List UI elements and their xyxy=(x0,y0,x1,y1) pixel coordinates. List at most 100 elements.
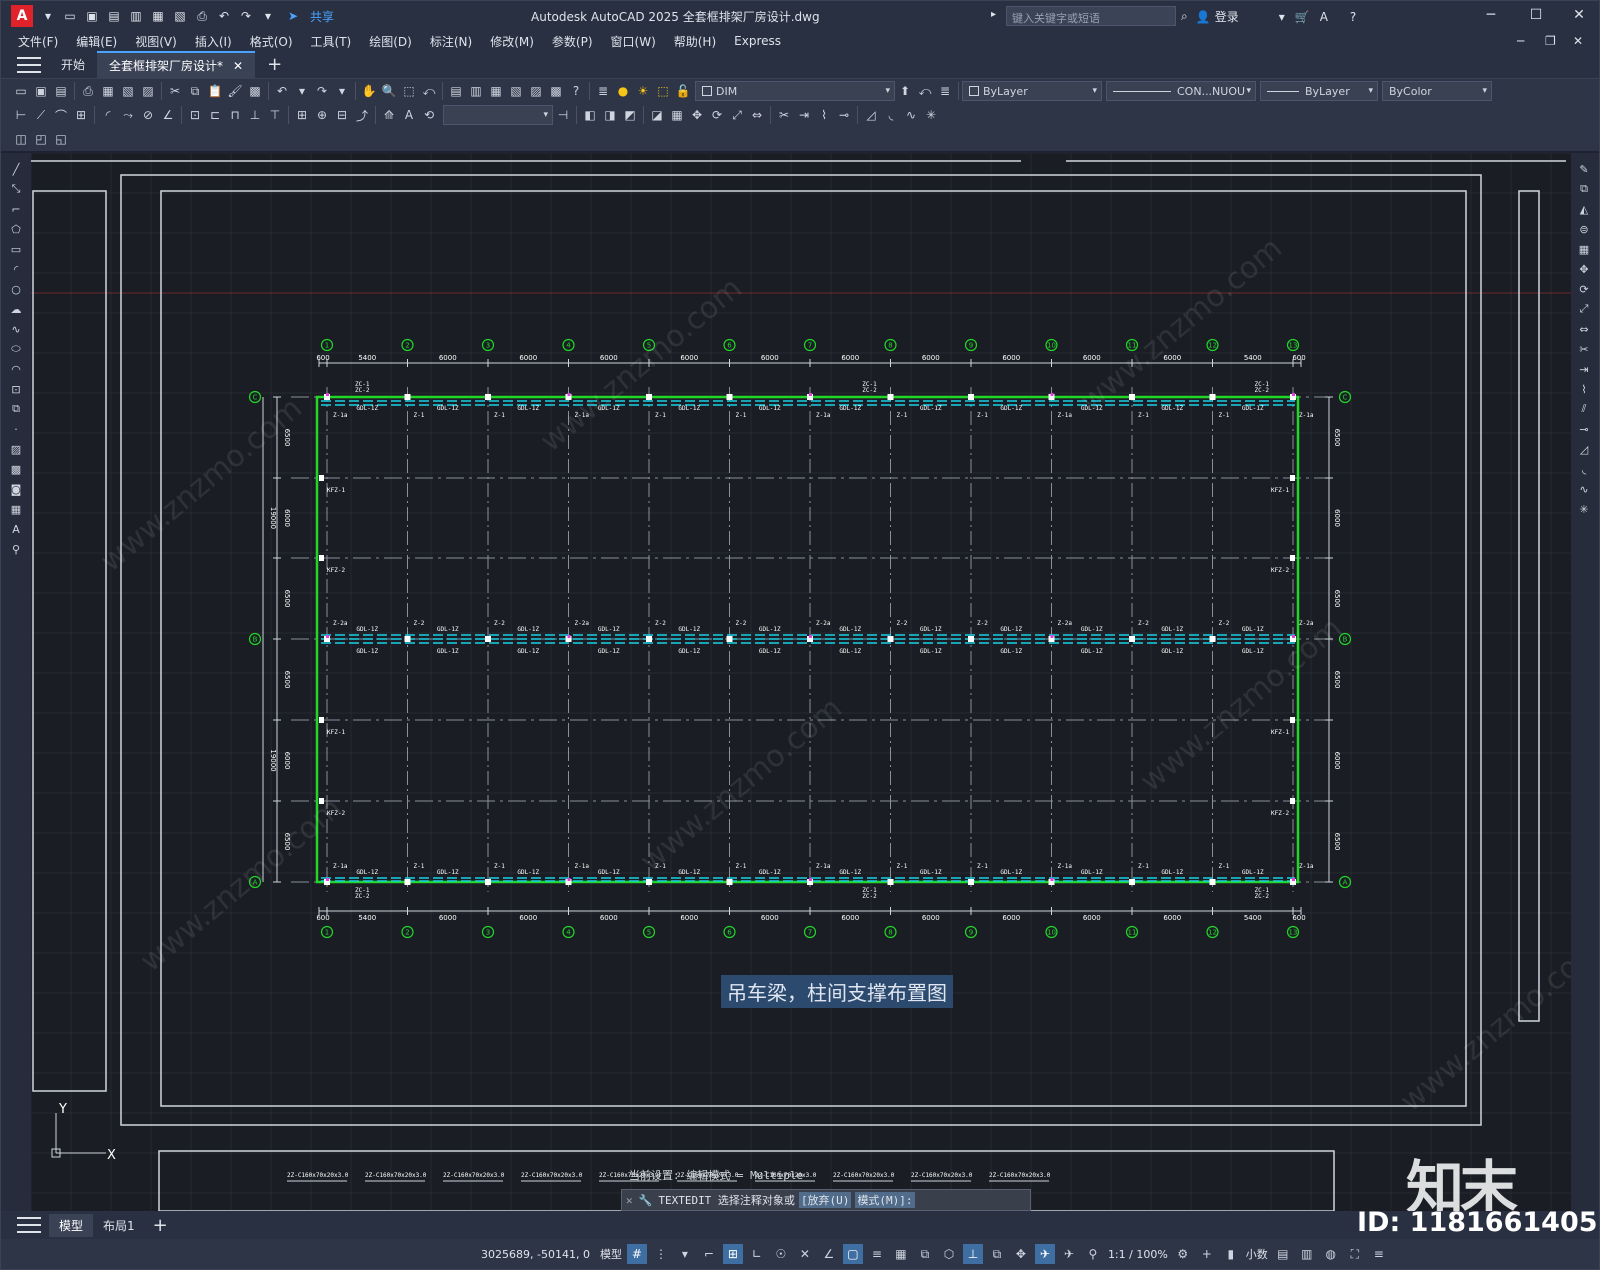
lineweight-dropdown[interactable]: ByLayer xyxy=(1260,81,1378,101)
app-menu-chevron-icon[interactable]: ▾ xyxy=(40,8,56,24)
erase-icon[interactable]: ✎ xyxy=(1575,160,1593,178)
dynamic-ucs-icon[interactable]: ⊥ xyxy=(962,1244,983,1264)
snap-icon[interactable]: ⋮ xyxy=(651,1244,671,1264)
menu-draw[interactable]: 绘图(D) xyxy=(360,33,421,50)
3d-osnap-icon[interactable]: ⬡ xyxy=(939,1244,959,1264)
menu-tools[interactable]: 工具(T) xyxy=(302,33,361,50)
login-button[interactable]: 登录 xyxy=(1215,8,1239,25)
undo-icon[interactable]: ↶ xyxy=(216,8,232,24)
region-icon[interactable]: ◙ xyxy=(7,480,25,498)
web-save-icon[interactable]: ▦ xyxy=(150,8,166,24)
break-point-icon[interactable]: ⌇ xyxy=(1575,380,1593,398)
ellipse-arc-icon[interactable]: ◠ xyxy=(7,360,25,378)
maximize-button[interactable]: ☐ xyxy=(1526,7,1546,23)
redo-icon[interactable]: ↷ xyxy=(238,8,254,24)
point-icon[interactable]: · xyxy=(7,420,25,438)
tab-start[interactable]: 开始 xyxy=(49,51,97,78)
units-value[interactable]: 小数 xyxy=(1246,1246,1268,1262)
modify-array-icon[interactable]: ▦ xyxy=(668,106,686,124)
modify-erase-icon[interactable]: ◧ xyxy=(581,106,599,124)
publish-icon[interactable]: ▧ xyxy=(172,8,188,24)
menu-help[interactable]: 帮助(H) xyxy=(665,33,725,50)
layer-dropdown[interactable]: DIM xyxy=(695,81,895,101)
annotation-scale-value[interactable]: 1:1 / 100% xyxy=(1108,1248,1168,1261)
revcloud-icon[interactable]: ☁ xyxy=(7,300,25,318)
selection-filter-icon[interactable]: ⧉ xyxy=(987,1244,1007,1264)
modify-extend-icon[interactable]: ⇥ xyxy=(795,106,813,124)
arc-icon[interactable]: ◜ xyxy=(7,260,25,278)
transparency-icon[interactable]: ▦ xyxy=(891,1244,911,1264)
linetype-dropdown[interactable]: CON...NUOU xyxy=(1106,81,1256,101)
dynamic-input-icon[interactable]: ⊞ xyxy=(722,1244,743,1264)
layer-previous-icon[interactable]: ⤺ xyxy=(916,82,934,100)
model-space-button[interactable]: 模型 xyxy=(600,1246,622,1262)
color-dropdown[interactable]: ByLayer xyxy=(962,81,1102,101)
table-icon[interactable]: ▦ xyxy=(7,500,25,518)
minimize-button[interactable]: ─ xyxy=(1481,7,1501,23)
dim-text-edit-icon[interactable]: A xyxy=(400,106,418,124)
undo-chevron-icon[interactable]: ▾ xyxy=(293,82,311,100)
copy-object-icon[interactable]: ⧉ xyxy=(1575,180,1593,198)
layer-vp-icon[interactable]: ⬚ xyxy=(654,82,672,100)
modify-copy-icon[interactable]: ◨ xyxy=(601,106,619,124)
block-editor-icon[interactable]: ▩ xyxy=(246,82,264,100)
line-icon[interactable]: ╱ xyxy=(7,160,25,178)
tool-palettes-icon[interactable]: ▦ xyxy=(487,82,505,100)
command-customize-icon[interactable]: 🔧 xyxy=(639,1194,653,1207)
blend-icon[interactable]: ∿ xyxy=(1575,480,1593,498)
share-button[interactable]: 共享 xyxy=(310,8,334,25)
zoom-previous-icon[interactable]: ⤺ xyxy=(420,82,438,100)
doc-restore-button[interactable]: ❐ xyxy=(1545,34,1556,48)
add-layout-icon[interactable]: + xyxy=(153,1215,168,1236)
copy-icon[interactable]: ⧉ xyxy=(186,82,204,100)
lock-ui-icon[interactable]: ▥ xyxy=(1297,1244,1317,1264)
quick-properties-icon[interactable]: ▤ xyxy=(1273,1244,1293,1264)
snap-chevron-icon[interactable]: ▾ xyxy=(675,1244,695,1264)
share-icon[interactable]: ➤ xyxy=(285,8,301,24)
markup-icon[interactable]: ▨ xyxy=(527,82,545,100)
scale-icon[interactable]: ⤢ xyxy=(1575,300,1593,318)
fillet-icon[interactable]: ◟ xyxy=(1575,460,1593,478)
gradient-icon[interactable]: ▩ xyxy=(7,460,25,478)
dim-update-icon[interactable]: ⟲ xyxy=(420,106,438,124)
pan-icon[interactable]: ✋ xyxy=(360,82,378,100)
dim-arc-icon[interactable]: ⌒ xyxy=(52,106,70,124)
tab-document[interactable]: 全套框排架厂房设计* ✕ xyxy=(97,51,256,78)
grid-icon[interactable]: # xyxy=(626,1244,647,1264)
make-block-icon[interactable]: ⧉ xyxy=(7,400,25,418)
auto-scale-icon[interactable]: ✈ xyxy=(1059,1244,1079,1264)
command-option-undo[interactable]: [放弃(U) xyxy=(798,1192,852,1208)
modify-stretch-icon[interactable]: ⇔ xyxy=(748,106,766,124)
annotation-scale-icon[interactable]: ⚲ xyxy=(1083,1244,1103,1264)
dim-diameter-icon[interactable]: ⊘ xyxy=(139,106,157,124)
modify-trim-icon[interactable]: ✂ xyxy=(775,106,793,124)
modify-rotate-icon[interactable]: ⟳ xyxy=(708,106,726,124)
drawing-caption[interactable]: 吊车梁，柱间支撑布置图 xyxy=(721,975,953,1008)
circle-icon[interactable]: ○ xyxy=(7,280,25,298)
insert-block-icon[interactable]: ⊡ xyxy=(7,380,25,398)
modify-blend-icon[interactable]: ∿ xyxy=(902,106,920,124)
menu-insert[interactable]: 插入(I) xyxy=(186,33,241,50)
dim-linear-icon[interactable]: ⊢ xyxy=(12,106,30,124)
gizmo-icon[interactable]: ✥ xyxy=(1011,1244,1031,1264)
search-chevron-icon[interactable]: ▸ xyxy=(991,9,996,20)
layer-match-icon[interactable]: ◫ xyxy=(12,130,30,148)
open-file-icon[interactable]: ▣ xyxy=(84,8,100,24)
modify-explode-icon[interactable]: ✳ xyxy=(922,106,940,124)
layer-properties-icon[interactable]: ≣ xyxy=(594,82,612,100)
selection-cycling-icon[interactable]: ⧉ xyxy=(915,1244,935,1264)
cut-icon[interactable]: ✂ xyxy=(166,82,184,100)
redo-toolbar-icon[interactable]: ↷ xyxy=(313,82,331,100)
menu-parametric[interactable]: 参数(P) xyxy=(543,33,602,50)
doc-close-button[interactable]: ✕ xyxy=(1573,34,1583,48)
modify-join-icon[interactable]: ⊸ xyxy=(835,106,853,124)
layer-change-icon[interactable]: ◰ xyxy=(32,130,50,148)
print-icon[interactable]: ⎙ xyxy=(194,8,210,24)
save-as-icon[interactable]: ▥ xyxy=(128,8,144,24)
chamfer-icon[interactable]: ◿ xyxy=(1575,440,1593,458)
dim-radius-icon[interactable]: ◜ xyxy=(99,106,117,124)
command-close-icon[interactable]: ✕ xyxy=(626,1194,633,1207)
ellipse-icon[interactable]: ⬭ xyxy=(7,340,25,358)
cart-icon[interactable]: 🛒 xyxy=(1295,10,1310,24)
menu-dimension[interactable]: 标注(N) xyxy=(421,33,481,50)
